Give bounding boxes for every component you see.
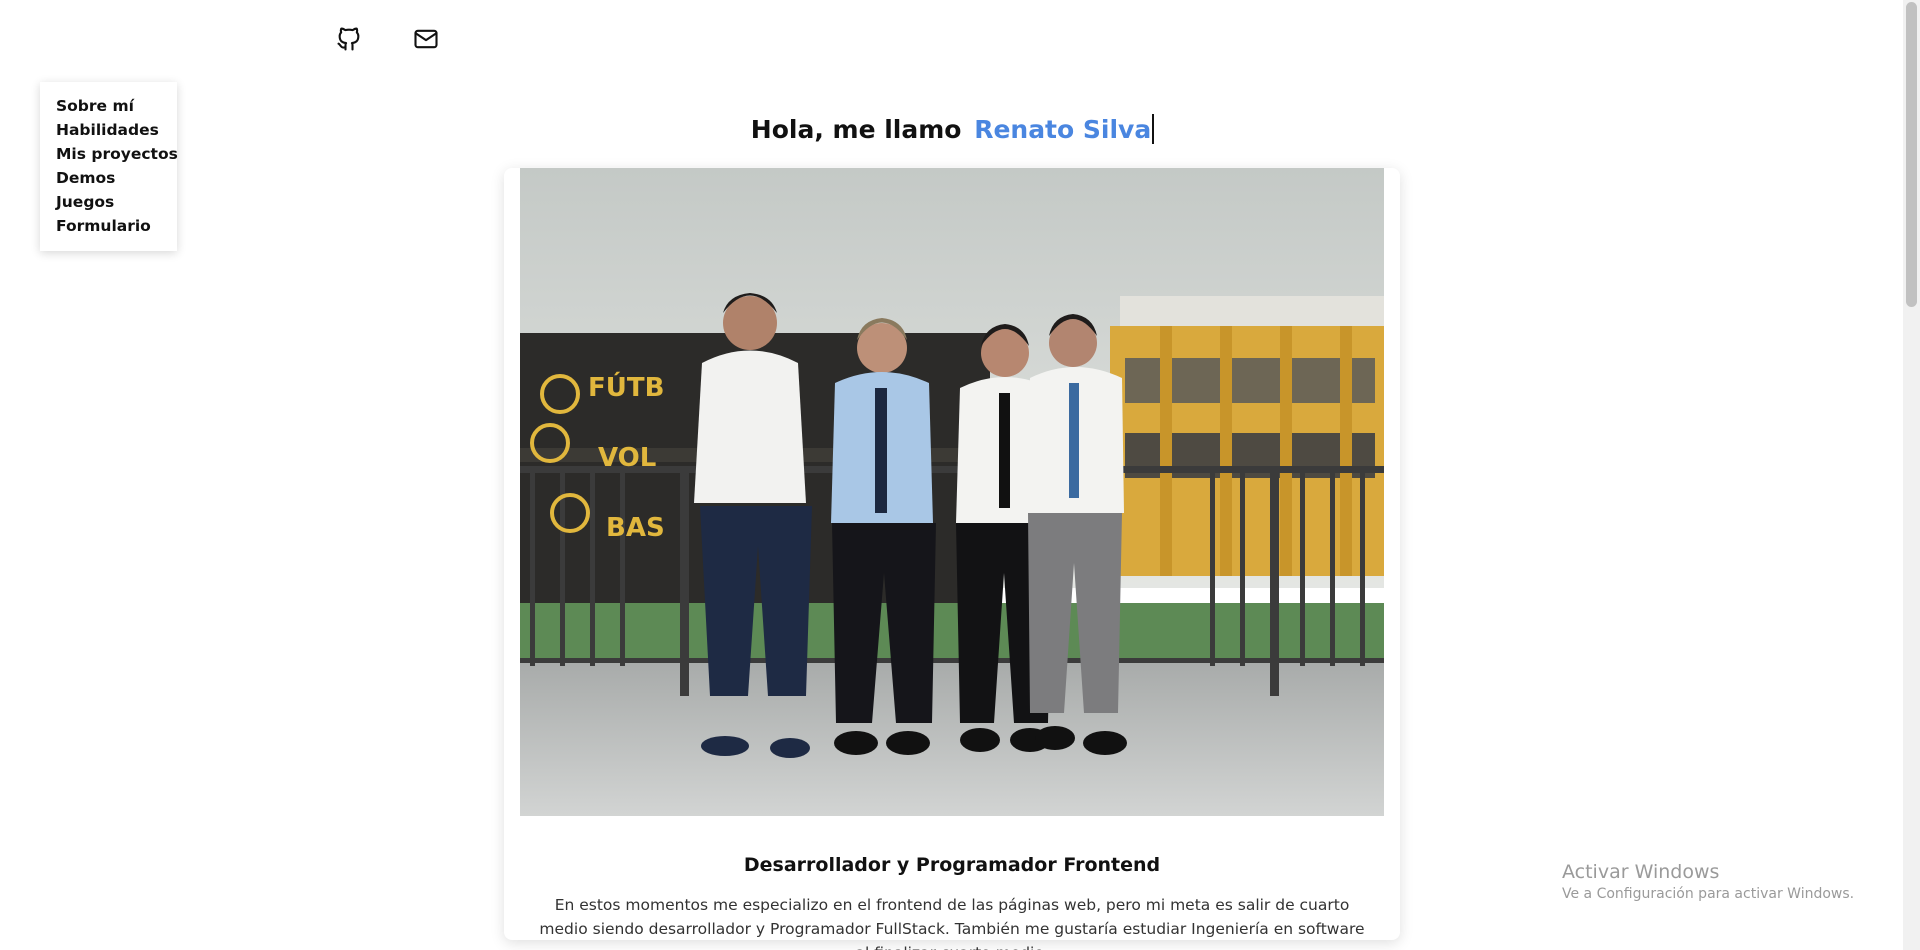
card-title: Desarrollador y Programador Frontend — [743, 853, 1161, 876]
nav-item-formulario[interactable]: Formulario — [56, 214, 177, 238]
typing-caret — [1152, 113, 1155, 144]
profile-photo: FÚTB VOL BAS — [520, 168, 1384, 816]
card-description: En estos momentos me especializo en el f… — [539, 895, 1365, 950]
profile-card: FÚTB VOL BAS Desarrollador y Programador… — [504, 168, 1400, 950]
page: Sobre mí Habilidades Mis proyectos Demos… — [0, 0, 1920, 950]
photo-sign-voley: VOL — [598, 443, 656, 473]
watermark-subtitle: Ve a Configuración para activar Windows. — [1562, 886, 1855, 902]
nav-item-juegos[interactable]: Juegos — [56, 190, 177, 214]
photo-sign-basket: BAS — [606, 513, 665, 543]
github-icon — [337, 27, 360, 51]
photo-sign-futbol: FÚTB — [588, 371, 664, 403]
typed-name: Renato Silva — [974, 114, 1152, 144]
github-link[interactable] — [332, 22, 366, 56]
mail-icon — [414, 29, 438, 49]
watermark-title: Activar Windows — [1562, 861, 1720, 883]
nav-item-demos[interactable]: Demos — [56, 166, 177, 190]
side-navigation: Sobre mí Habilidades Mis proyectos Demos… — [40, 82, 178, 251]
mail-link[interactable] — [409, 22, 443, 56]
vertical-scrollbar[interactable] — [1903, 0, 1920, 950]
windows-activation-watermark: Activar Windows Ve a Configuración para … — [1562, 860, 1854, 904]
greeting-text: Hola, me llamo — [750, 114, 962, 144]
scrollbar-thumb[interactable] — [1906, 2, 1917, 307]
hero-heading: Hola, me llamo Renato Silva — [0, 113, 1905, 147]
